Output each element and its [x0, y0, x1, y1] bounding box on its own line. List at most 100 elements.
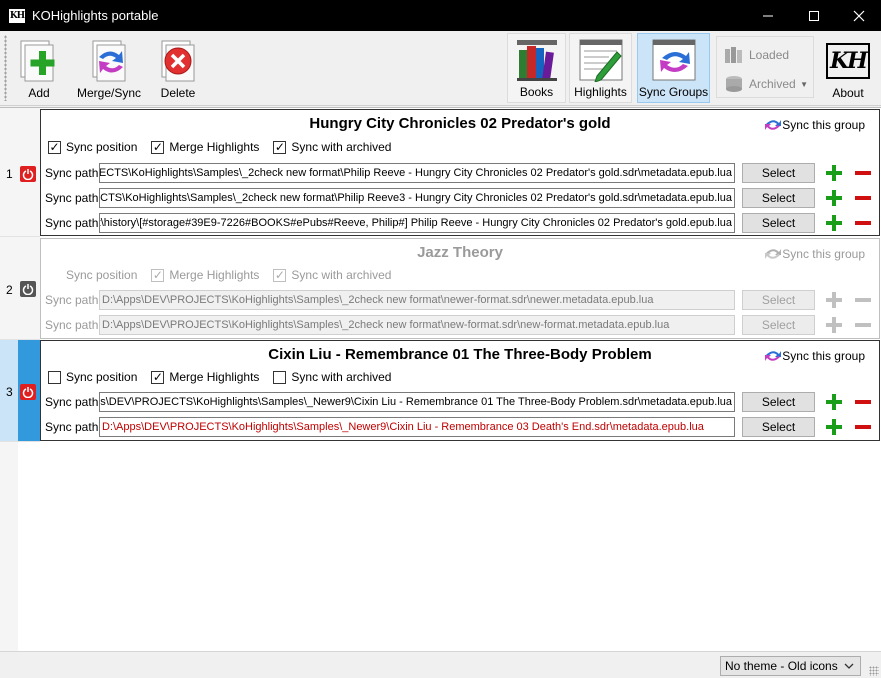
- sync-with-archived-checkbox[interactable]: ✓ Sync with archived: [273, 268, 391, 282]
- minus-icon: [854, 323, 871, 327]
- highlights-label: Highlights: [574, 85, 627, 99]
- checkmark-icon: ✓: [48, 140, 61, 154]
- group-number: 1: [6, 167, 13, 181]
- sync-this-group-button[interactable]: Sync this group: [764, 246, 865, 262]
- sync-path-input[interactable]: D:\Apps\DEV\PROJECTS\KoHighlights\Sample…: [99, 290, 735, 310]
- sync-path-input[interactable]: JECTS\KoHighlights\Samples\_2check new f…: [99, 188, 735, 208]
- checkbox-empty: [273, 370, 287, 384]
- remove-path-button[interactable]: [852, 392, 873, 412]
- sync-this-group-button[interactable]: Sync this group: [764, 117, 865, 133]
- group-title: Cixin Liu - Remembrance 01 The Three-Bod…: [268, 346, 652, 363]
- checkmark-icon: ✓: [273, 140, 287, 154]
- loaded-button[interactable]: Loaded: [723, 45, 789, 65]
- sync-path-input[interactable]: t\history\[#storage#39E9-7226#BOOKS#ePub…: [99, 213, 735, 233]
- maximize-button[interactable]: [791, 0, 837, 31]
- plus-icon: [825, 165, 842, 181]
- sync-path-row: Sync path D:\Apps\DEV\PROJECTS\KoHighlig…: [45, 314, 735, 336]
- add-path-button[interactable]: [823, 417, 844, 437]
- toolbar-grip[interactable]: [4, 35, 7, 101]
- add-path-button[interactable]: [823, 290, 844, 310]
- sync-group-3: Cixin Liu - Remembrance 01 The Three-Bod…: [40, 340, 880, 441]
- merge-sync-button[interactable]: Merge/Sync: [76, 33, 142, 103]
- select-path-button[interactable]: Select: [742, 315, 815, 335]
- archived-button[interactable]: Archived: [723, 74, 796, 94]
- sync-path-row: Sync path t\history\[#storage#39E9-7226#…: [45, 212, 735, 234]
- remove-path-button[interactable]: [852, 188, 873, 208]
- group-row-header[interactable]: 3: [0, 340, 40, 442]
- sync-position-checkbox[interactable]: Sync position: [48, 370, 137, 384]
- select-path-button[interactable]: Select: [742, 290, 815, 310]
- highlights-view-button[interactable]: Highlights: [569, 33, 632, 103]
- minus-icon: [854, 171, 871, 175]
- close-window-button[interactable]: [836, 0, 881, 31]
- minimize-icon: [763, 15, 773, 16]
- sync-this-group-label: Sync this group: [782, 118, 865, 132]
- books-view-button[interactable]: Books: [507, 33, 566, 103]
- minimize-button[interactable]: [745, 0, 791, 31]
- group-power-toggle[interactable]: [20, 384, 36, 400]
- checkmark-icon: ✓: [151, 268, 165, 282]
- merge-highlights-checkbox[interactable]: ✓ Merge Highlights: [151, 268, 259, 282]
- merge-highlights-checkbox[interactable]: ✓ Merge Highlights: [151, 370, 259, 384]
- books-icon: [516, 40, 557, 81]
- select-path-button[interactable]: Select: [742, 417, 815, 437]
- sync-path-input-invalid[interactable]: D:\Apps\DEV\PROJECTS\KoHighlights\Sample…: [99, 417, 735, 437]
- checkmark-icon: ✓: [273, 268, 287, 282]
- sync-icon: [765, 120, 782, 130]
- close-icon: [853, 10, 865, 21]
- sync-with-archived-checkbox[interactable]: Sync with archived: [273, 370, 391, 384]
- merge-highlights-checkbox[interactable]: ✓ Merge Highlights: [151, 140, 259, 154]
- plus-icon: [825, 190, 842, 206]
- add-path-button[interactable]: [823, 392, 844, 412]
- group-row-header[interactable]: 1: [0, 108, 40, 237]
- delete-button[interactable]: Delete: [152, 33, 204, 103]
- add-path-button[interactable]: [823, 188, 844, 208]
- select-path-button[interactable]: Select: [742, 188, 815, 208]
- remove-path-button[interactable]: [852, 213, 873, 233]
- about-button[interactable]: KH About: [818, 33, 878, 103]
- remove-path-button[interactable]: [852, 417, 873, 437]
- select-path-button[interactable]: Select: [742, 163, 815, 183]
- sync-groups-view-button[interactable]: Sync Groups: [637, 33, 710, 103]
- sync-this-group-button[interactable]: Sync this group: [764, 348, 865, 364]
- power-icon: [22, 387, 34, 398]
- remove-path-button[interactable]: [852, 163, 873, 183]
- archived-dropdown-arrow-icon[interactable]: ▼: [800, 80, 808, 89]
- sync-position-checkbox[interactable]: ✓ Sync position: [48, 140, 137, 154]
- delete-icon: [161, 40, 195, 82]
- sync-path-input[interactable]: OJECTS\KoHighlights\Samples\_2check new …: [99, 163, 735, 183]
- loaded-books-icon: [725, 47, 742, 63]
- sync-path-label: Sync path: [45, 191, 99, 205]
- select-path-button[interactable]: Select: [742, 213, 815, 233]
- plus-icon: [825, 292, 842, 308]
- sync-path-row: Sync path OJECTS\KoHighlights\Samples\_2…: [45, 162, 735, 184]
- resize-grip[interactable]: [869, 666, 879, 676]
- group-power-toggle[interactable]: [20, 281, 36, 297]
- add-path-button[interactable]: [823, 163, 844, 183]
- plus-icon: [825, 317, 842, 333]
- add-button[interactable]: Add: [14, 33, 64, 103]
- add-path-button[interactable]: [823, 213, 844, 233]
- select-path-button[interactable]: Select: [742, 392, 815, 412]
- sync-position-checkbox[interactable]: Sync position: [48, 268, 137, 282]
- sync-with-archived-checkbox[interactable]: ✓ Sync with archived: [273, 140, 391, 154]
- sync-path-input[interactable]: \Apps\DEV\PROJECTS\KoHighlights\Samples\…: [99, 392, 735, 412]
- status-bar: No theme - Old icons: [0, 651, 881, 678]
- add-path-button[interactable]: [823, 315, 844, 335]
- sync-path-row: Sync path D:\Apps\DEV\PROJECTS\KoHighlig…: [45, 289, 735, 311]
- sync-groups-icon: [652, 39, 695, 81]
- about-label: About: [832, 86, 864, 100]
- sync-group-1: Hungry City Chronicles 02 Predator's gol…: [40, 109, 880, 236]
- chevron-down-icon: [844, 663, 854, 669]
- theme-select-value: No theme - Old icons: [725, 659, 838, 673]
- checkmark-icon: ✓: [151, 370, 165, 384]
- highlights-icon: [579, 39, 622, 82]
- group-power-toggle[interactable]: [20, 166, 36, 182]
- remove-path-button[interactable]: [852, 290, 873, 310]
- sync-path-input[interactable]: D:\Apps\DEV\PROJECTS\KoHighlights\Sample…: [99, 315, 735, 335]
- minus-icon: [854, 221, 871, 225]
- theme-select[interactable]: No theme - Old icons: [720, 656, 861, 676]
- remove-path-button[interactable]: [852, 315, 873, 335]
- group-row-header[interactable]: 2: [0, 237, 40, 340]
- sync-path-label: Sync path: [45, 216, 99, 230]
